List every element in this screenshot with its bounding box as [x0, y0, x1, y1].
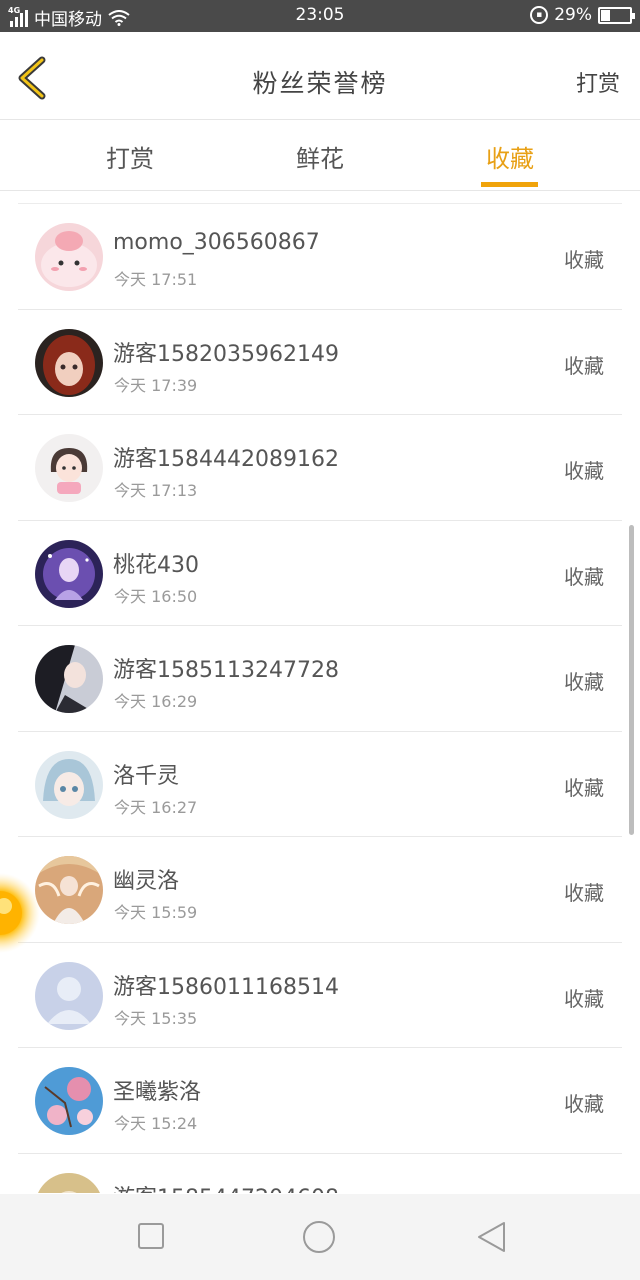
floating-sun-icon[interactable]: [0, 872, 40, 954]
user-time: 今天 15:59: [114, 903, 198, 922]
avatar: [35, 1172, 103, 1193]
tab-flowers[interactable]: 鲜花: [260, 139, 380, 174]
active-tab-indicator: [481, 182, 538, 187]
user-time: 今天 15:35: [114, 1008, 198, 1028]
user-time: 今天 16:27: [114, 797, 198, 817]
list-item[interactable]: 桃花430 今天 16:50 收藏: [18, 521, 622, 626]
user-time: 今天 15:24: [114, 1114, 198, 1133]
action-label: 收藏: [564, 881, 604, 905]
user-time: 今天 17:13: [114, 481, 198, 500]
user-time: 今天 16:29: [114, 692, 198, 711]
user-name: 游客1586011168514: [113, 974, 339, 1000]
status-bar: 4G 中国移动 23:05 ▪ 29%: [0, 0, 640, 32]
fan-list[interactable]: momo_306560867 今天 17:51 收藏 游客15820359621…: [18, 203, 622, 1193]
avatar: [35, 223, 103, 291]
status-right: ▪ 29%: [530, 5, 635, 25]
page-title: 粉丝荣誉榜: [252, 69, 388, 98]
list-item[interactable]: momo_306560867 今天 17:51 收藏: [18, 204, 622, 310]
action-label: 收藏: [564, 459, 604, 483]
square-recents-icon[interactable]: [135, 1220, 169, 1254]
user-time: 今天 16:50: [114, 586, 198, 606]
list-item[interactable]: 幽灵洛 今天 15:59 收藏: [18, 837, 622, 943]
battery-fill: [601, 9, 610, 21]
user-time: 今天 17:51: [114, 270, 198, 289]
list-item[interactable]: 游客1586011168514 今天 15:35 收藏: [18, 943, 622, 1048]
avatar: [35, 328, 103, 397]
list-item[interactable]: 游客1585447204608: [18, 1154, 622, 1194]
battery-percent: 29%: [554, 5, 592, 25]
user-name: 游客1584442089162: [113, 447, 339, 472]
user-time: 今天 17:39: [114, 375, 198, 395]
user-name: 桃花430: [113, 552, 199, 578]
avatar: [35, 434, 103, 502]
user-name: momo_306560867: [113, 230, 320, 255]
avatar: [35, 750, 103, 819]
action-label: 收藏: [564, 670, 604, 694]
action-label: 收藏: [564, 775, 604, 800]
rotation-lock-icon: ▪: [530, 6, 549, 24]
action-label: 收藏: [564, 564, 604, 589]
avatar: [35, 856, 103, 924]
circle-home-icon[interactable]: [302, 1220, 336, 1254]
list-item[interactable]: 洛千灵 今天 16:27 收藏: [18, 732, 622, 837]
action-label: 收藏: [564, 986, 604, 1011]
tab-favorites[interactable]: 收藏: [450, 139, 570, 174]
user-name: 游客1585447204608: [113, 1180, 339, 1194]
tab-reward[interactable]: 打赏: [70, 139, 190, 174]
user-name: 游客1585113247728: [113, 658, 339, 683]
system-nav-bar: [0, 1194, 640, 1280]
user-name: 游客1582035962149: [113, 341, 339, 367]
header: 粉丝荣誉榜 打赏: [0, 32, 640, 120]
action-label: 收藏: [564, 1092, 604, 1116]
user-name: 幽灵洛: [113, 869, 180, 894]
action-label: 收藏: [564, 353, 604, 378]
list-item[interactable]: 游客1582035962149 今天 17:39 收藏: [18, 310, 622, 415]
list-item[interactable]: 圣曦紫洛 今天 15:24 收藏: [18, 1048, 622, 1154]
reward-button[interactable]: 打赏: [576, 66, 620, 98]
avatar: [35, 961, 103, 1030]
triangle-back-icon[interactable]: [474, 1220, 508, 1254]
action-label: 收藏: [564, 248, 604, 272]
avatar: [35, 645, 103, 713]
avatar: [35, 1067, 103, 1135]
user-name: 圣曦紫洛: [113, 1080, 202, 1105]
list-item[interactable]: 游客1584442089162 今天 17:13 收藏: [18, 415, 622, 521]
user-name: 洛千灵: [113, 763, 180, 789]
tab-bar: 打赏 鲜花 收藏: [0, 121, 640, 191]
scrollbar[interactable]: [629, 525, 634, 835]
list-item[interactable]: 游客1585113247728 今天 16:29 收藏: [18, 626, 622, 732]
avatar: [35, 539, 103, 608]
battery-icon: [598, 6, 635, 24]
